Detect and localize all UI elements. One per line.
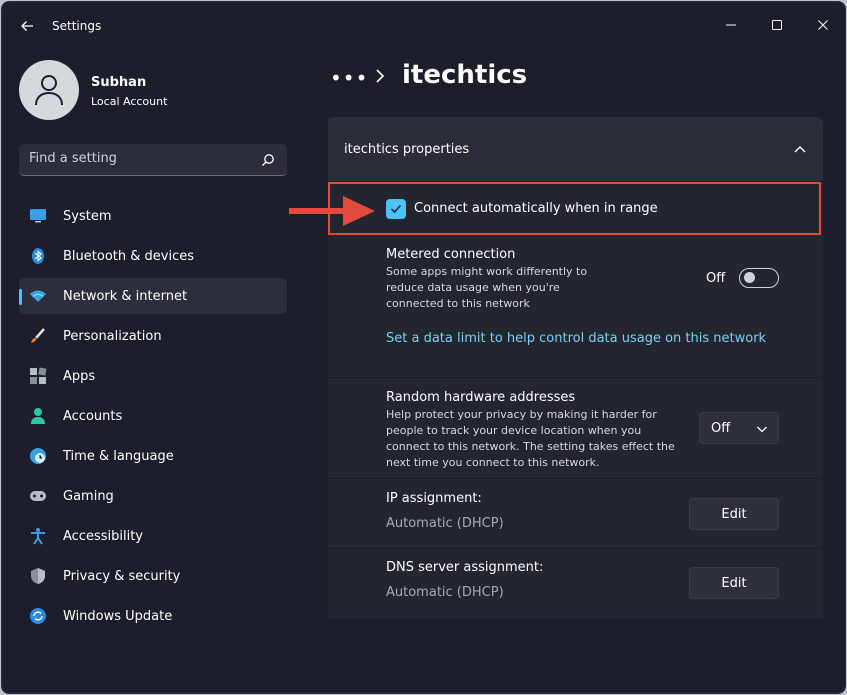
sidebar-item-apps[interactable]: Apps <box>19 358 287 394</box>
sidebar-item-gaming[interactable]: Gaming <box>19 478 287 514</box>
breadcrumb-more-button[interactable]: ••• <box>330 66 368 90</box>
data-limit-link[interactable]: Set a data limit to help control data us… <box>386 331 766 346</box>
divider <box>328 377 823 378</box>
dropdown-value: Off <box>711 421 731 436</box>
apps-icon <box>29 367 47 385</box>
chevron-down-icon <box>757 426 767 433</box>
minimize-icon <box>726 24 736 26</box>
minimize-button[interactable] <box>708 10 754 40</box>
divider <box>328 548 823 549</box>
ip-assignment-title: IP assignment: <box>386 491 482 506</box>
sidebar-item-label: Privacy & security <box>63 568 181 584</box>
sidebar-item-label: Network & internet <box>63 288 188 304</box>
ip-assignment-value: Automatic (DHCP) <box>386 516 504 531</box>
sidebar-nav: System Bluetooth & devices Network & int… <box>19 198 287 638</box>
random-hw-description: Help protect your privacy by making it h… <box>386 408 675 469</box>
user-name: Subhan <box>91 75 147 90</box>
sidebar-item-label: Personalization <box>63 328 162 344</box>
app-title: Settings <box>52 19 102 33</box>
random-hw-title: Random hardware addresses <box>386 390 576 405</box>
person-icon <box>35 75 63 106</box>
sidebar-item-label: Accessibility <box>63 528 143 544</box>
dns-assignment-title: DNS server assignment: <box>386 560 544 575</box>
maximize-button[interactable] <box>754 10 800 40</box>
sidebar-item-label: Time & language <box>63 448 174 464</box>
sidebar-item-label: Bluetooth & devices <box>63 248 194 264</box>
sidebar-item-label: System <box>63 208 112 224</box>
shield-icon <box>29 567 47 585</box>
sidebar-item-windows-update[interactable]: Windows Update <box>19 598 287 634</box>
properties-title: itechtics properties <box>344 142 470 157</box>
page-title: itechtics <box>402 60 528 90</box>
metered-title: Metered connection <box>386 247 516 262</box>
wifi-icon <box>29 287 47 305</box>
auto-connect-label: Connect automatically when in range <box>414 201 658 216</box>
search-icon[interactable] <box>261 153 275 167</box>
avatar[interactable] <box>19 60 79 120</box>
sidebar-item-label: Windows Update <box>63 608 173 624</box>
ip-edit-button[interactable]: Edit <box>689 498 779 530</box>
search-box[interactable] <box>19 144 287 176</box>
sidebar-item-time-language[interactable]: Time & language <box>19 438 287 474</box>
random-hw-dropdown[interactable]: Off <box>699 412 779 444</box>
update-icon <box>29 607 47 625</box>
sidebar-item-accessibility[interactable]: Accessibility <box>19 518 287 554</box>
sidebar-item-accounts[interactable]: Accounts <box>19 398 287 434</box>
globe-clock-icon <box>29 447 47 465</box>
chevron-right-icon <box>376 69 385 83</box>
close-button[interactable] <box>800 10 845 40</box>
maximize-icon <box>772 20 782 30</box>
metered-description: Some apps might work differently to redu… <box>386 265 588 310</box>
sidebar-item-personalization[interactable]: Personalization <box>19 318 287 354</box>
sidebar-item-label: Gaming <box>63 488 114 504</box>
close-icon <box>818 20 828 30</box>
person-icon <box>29 407 47 425</box>
metered-toggle[interactable] <box>739 268 779 288</box>
accessibility-icon <box>29 527 47 545</box>
title-bar: Settings <box>2 2 845 50</box>
sidebar-item-label: Accounts <box>63 408 123 424</box>
divider <box>328 478 823 479</box>
toggle-knob <box>744 272 755 283</box>
checkmark-icon <box>390 204 402 214</box>
active-indicator <box>19 289 22 305</box>
back-arrow-icon[interactable] <box>18 17 36 35</box>
search-input[interactable] <box>29 151 249 166</box>
properties-expander-header[interactable]: itechtics properties <box>328 117 823 181</box>
bluetooth-icon <box>29 247 47 265</box>
sidebar-item-bluetooth[interactable]: Bluetooth & devices <box>19 238 287 274</box>
settings-window: Settings Subhan Local Account Find a set… <box>1 1 846 694</box>
gamepad-icon <box>29 487 47 505</box>
dns-edit-button[interactable]: Edit <box>689 567 779 599</box>
sidebar-item-label: Apps <box>63 368 96 384</box>
monitor-icon <box>29 207 47 225</box>
chevron-up-icon[interactable] <box>793 143 807 155</box>
account-type: Local Account <box>91 95 168 108</box>
sidebar-item-network[interactable]: Network & internet <box>19 278 287 314</box>
sidebar-item-privacy-security[interactable]: Privacy & security <box>19 558 287 594</box>
annotation-arrow-icon <box>289 196 375 226</box>
metered-toggle-label: Off <box>706 271 726 286</box>
auto-connect-checkbox[interactable] <box>386 199 406 219</box>
brush-icon <box>29 327 47 345</box>
dns-assignment-value: Automatic (DHCP) <box>386 585 504 600</box>
sidebar-item-system[interactable]: System <box>19 198 287 234</box>
